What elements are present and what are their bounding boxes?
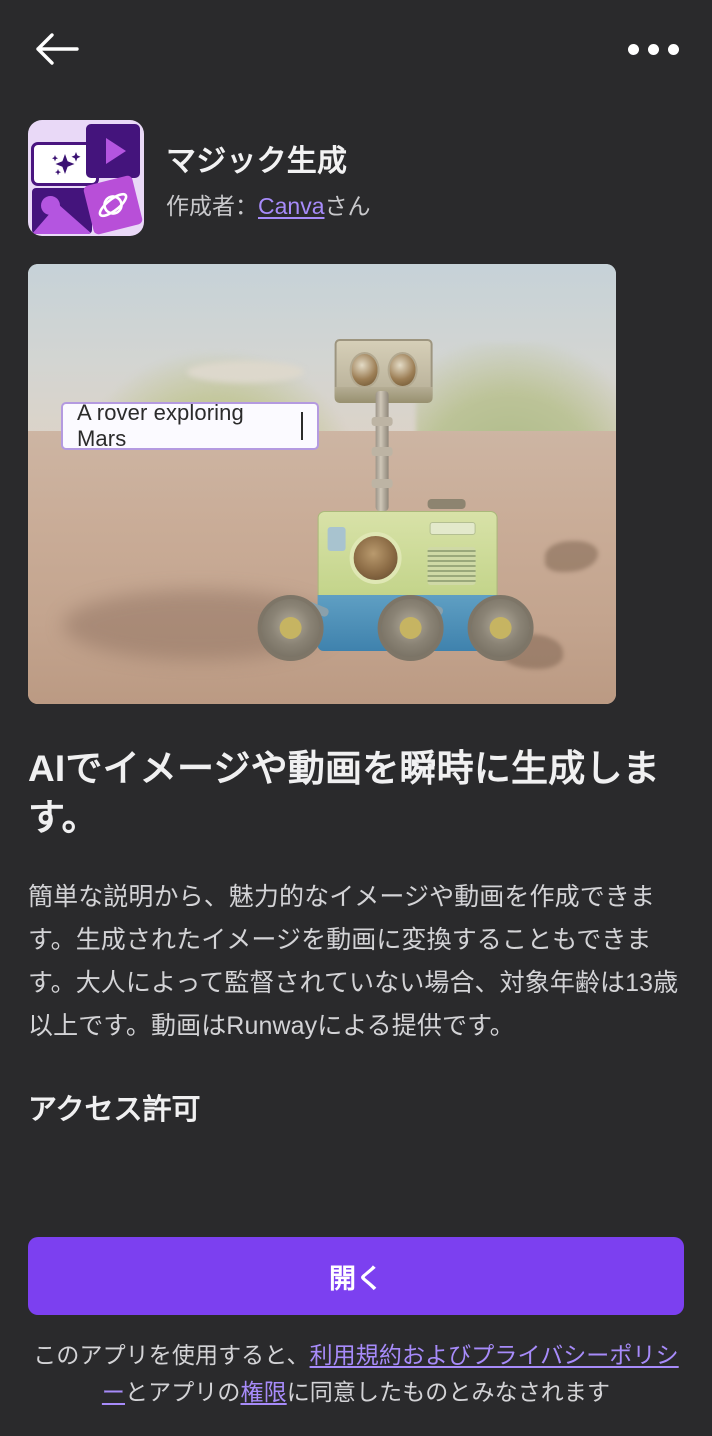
overflow-menu-icon <box>667 43 679 55</box>
open-button[interactable]: 開く <box>28 1237 684 1316</box>
planet-tile-icon <box>82 174 144 236</box>
sticky-footer: 開く このアプリを使用すると、利用規約およびプライバシーポリシーとアプリの権限に… <box>0 1219 712 1436</box>
rover-lens-left <box>349 351 380 388</box>
rover-mast-joint <box>371 416 393 426</box>
rover-grille <box>427 546 476 585</box>
rover-mast-joint <box>371 446 393 456</box>
photo-mountain-icon <box>32 204 92 234</box>
sparkles-icon <box>52 152 81 176</box>
photo-tile-icon <box>32 188 92 234</box>
back-button[interactable] <box>28 20 86 78</box>
page-title: AIでイメージや動画を瞬時に生成します。 <box>28 748 660 839</box>
arrow-left-icon <box>35 32 79 66</box>
legal-disclaimer: このアプリを使用すると、利用規約およびプライバシーポリシーとアプリの権限に同意し… <box>28 1337 684 1410</box>
rover-lens-right <box>387 351 418 388</box>
magic-media-app-icon <box>28 120 144 236</box>
rover-porthole <box>349 531 402 584</box>
app-author-prefix: 作成者： <box>166 192 258 219</box>
app-author: 作成者：Canvaさん <box>166 187 370 221</box>
app-title: マジック生成 <box>166 144 348 178</box>
rover-mast-joint <box>371 478 393 488</box>
play-tile-icon <box>86 124 140 178</box>
prompt-input-value: A rover exploring Mars <box>77 400 244 451</box>
rover-wheel <box>377 594 444 661</box>
play-triangle-icon <box>105 138 126 164</box>
permissions-link[interactable]: 権限 <box>241 1379 287 1405</box>
hero-preview-image[interactable]: A rover exploring Mars <box>28 264 616 704</box>
rover-wheel <box>467 594 534 661</box>
permissions-section-title: アクセス許可 <box>28 1094 201 1127</box>
rover-side-panel <box>327 526 346 551</box>
app-description-section: AIでイメージや動画を瞬時に生成します。 簡単な説明から、魅力的なイメージや動画… <box>0 744 712 1128</box>
top-app-bar <box>0 0 712 98</box>
app-author-suffix: さん <box>324 192 371 219</box>
app-detail-screen: マジック生成 作成者：Canvaさん A rover exploring Mar… <box>0 0 712 1436</box>
prompt-input-overlay[interactable]: A rover exploring Mars <box>61 400 319 451</box>
rover-illustration <box>230 338 560 669</box>
legal-suffix: に同意したものとみなされます <box>286 1378 611 1405</box>
rover-vent <box>429 521 476 535</box>
rover-antenna <box>427 498 466 509</box>
legal-middle: とアプリの <box>125 1378 241 1405</box>
app-author-link[interactable]: Canva <box>258 193 324 219</box>
overflow-menu-icon <box>647 43 659 55</box>
overflow-menu-button[interactable] <box>624 26 682 72</box>
app-identity-row: マジック生成 作成者：Canvaさん <box>0 98 712 236</box>
app-meta: マジック生成 作成者：Canvaさん <box>166 136 370 221</box>
legal-prefix: このアプリを使用すると、 <box>33 1342 310 1369</box>
app-description: 簡単な説明から、魅力的なイメージや動画を作成できます。生成されたイメージを動画に… <box>28 883 679 1041</box>
text-caret <box>301 412 303 440</box>
planet-icon <box>98 192 128 218</box>
overflow-menu-icon <box>627 43 639 55</box>
rover-wheel <box>257 594 324 661</box>
